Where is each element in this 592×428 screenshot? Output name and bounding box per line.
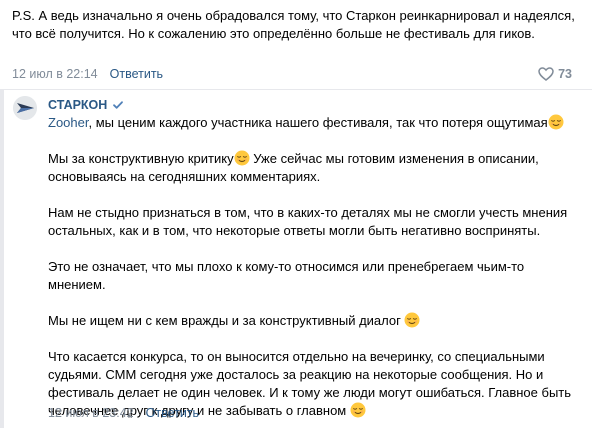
paragraph: Нам не стыдно признаться в том, что в ка… (48, 205, 568, 238)
heart-icon (538, 67, 554, 81)
avatar[interactable] (13, 96, 37, 120)
comment-meta: 12 июл в 23:42 Ответить (48, 404, 199, 422)
relieved-face-icon (548, 114, 564, 130)
author-name[interactable]: СТАРКОН (48, 96, 107, 114)
reply-link[interactable]: Ответить (146, 406, 199, 420)
relieved-face-icon (404, 312, 420, 328)
paragraph: Это не означает, что мы плохо к кому-то … (48, 259, 525, 292)
comment-body: Zooher, мы ценим каждого участника нашег… (48, 114, 584, 420)
divider (0, 89, 592, 90)
reply-link[interactable]: Ответить (110, 67, 163, 81)
starcon-logo-icon (13, 96, 37, 120)
comment-date[interactable]: 12 июл в 23:42 (48, 406, 134, 420)
paragraph: Zooher, мы ценим каждого участника нашег… (48, 114, 584, 132)
comment-top-meta: 12 июл в 22:14 Ответить 73 (12, 65, 580, 83)
comment-top: P.S. А ведь изначально я очень обрадовал… (12, 7, 582, 43)
like-count: 73 (558, 67, 572, 81)
thread-indent (0, 90, 4, 428)
comment-author: СТАРКОН (48, 96, 124, 114)
comment-date[interactable]: 12 июл в 22:14 (12, 67, 98, 81)
relieved-face-icon (234, 150, 250, 166)
verified-icon (113, 101, 124, 109)
paragraph: Мы не ищем ни с кем вражды и за конструк… (48, 312, 584, 330)
paragraph: Мы за конструктивную критику Уже сейчас … (48, 150, 539, 184)
comment-text: P.S. А ведь изначально я очень обрадовал… (12, 8, 575, 41)
mention-link[interactable]: Zooher (48, 115, 88, 130)
relieved-face-icon (350, 402, 366, 418)
like-button[interactable]: 73 (538, 65, 572, 83)
